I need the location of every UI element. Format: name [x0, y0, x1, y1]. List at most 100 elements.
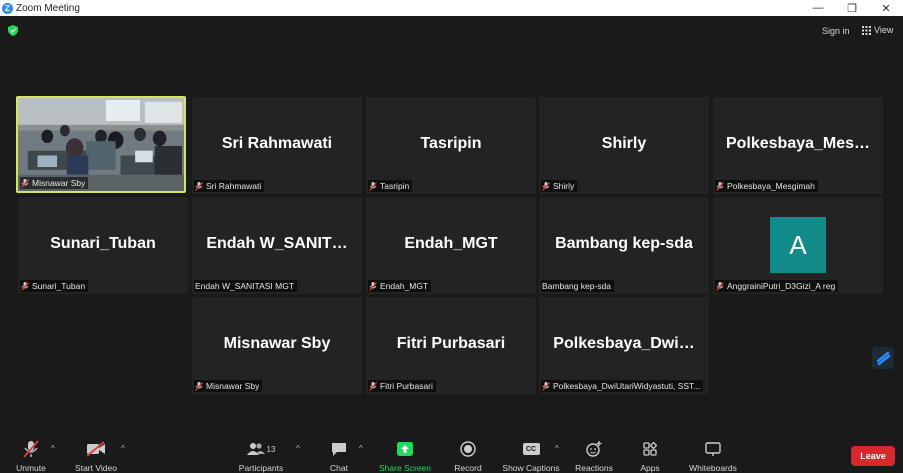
muted-microphone-icon — [23, 440, 39, 458]
apps-label: Apps — [640, 463, 660, 473]
participant-tile[interactable]: Polkesbaya_Mes… Polkesbaya_Mesgimah — [713, 97, 883, 194]
participant-name-label: Sri Rahmawati — [194, 180, 265, 192]
participant-name-label: Tasripin — [368, 180, 413, 192]
participant-display-name: Endah W_SANIT… — [206, 235, 348, 252]
participant-tile[interactable]: Sri Rahmawati Sri Rahmawati — [192, 97, 362, 194]
zoom-logo-icon: Z — [2, 2, 13, 14]
participant-name-label: Polkesbaya_Mesgimah — [715, 180, 818, 192]
participant-tile[interactable]: Bambang kep-sda Bambang kep-sda — [539, 197, 709, 294]
muted-mic-icon — [716, 281, 724, 291]
participant-name-label: Bambang kep-sda — [541, 280, 614, 292]
muted-mic-icon — [369, 281, 377, 291]
restore-button[interactable]: ❐ — [835, 0, 869, 16]
participant-name-label: Fitri Purbasari — [368, 380, 436, 392]
participant-tile[interactable]: A AnggrainiPutri_D3Gizi_A reg — [713, 197, 883, 294]
chat-icon — [332, 442, 346, 456]
participant-tile[interactable]: Fitri Purbasari Fitri Purbasari — [366, 297, 536, 394]
side-panel-handle-icon[interactable] — [872, 347, 894, 369]
minimize-button[interactable]: — — [801, 0, 835, 16]
participant-tile[interactable]: Endah W_SANIT… Endah W_SANITASI MGT — [192, 197, 362, 294]
view-label: View — [874, 25, 894, 35]
participant-avatar: A — [770, 217, 826, 273]
share-screen-button[interactable]: Share Screen — [379, 434, 431, 473]
participant-display-name: Misnawar Sby — [223, 335, 331, 352]
close-button[interactable]: ✕ — [869, 0, 903, 16]
chat-label: Chat — [330, 463, 348, 473]
muted-mic-icon — [195, 381, 203, 391]
window-controls: — ❐ ✕ — [801, 0, 903, 16]
muted-mic-icon — [369, 381, 377, 391]
participant-name-label: Misnawar Sby — [194, 380, 263, 392]
whiteboard-icon — [705, 441, 721, 456]
muted-mic-icon — [369, 181, 377, 191]
reactions-button[interactable]: Reactions — [573, 434, 615, 473]
record-icon — [460, 441, 476, 457]
start-video-label: Start Video — [75, 463, 117, 473]
chat-button[interactable]: Chat — [326, 434, 352, 473]
apps-button[interactable]: Apps — [638, 434, 662, 473]
captions-icon: CC — [522, 443, 540, 455]
muted-mic-icon — [21, 178, 29, 188]
participant-name-label: AnggrainiPutri_D3Gizi_A reg — [715, 280, 839, 292]
grid-view-icon — [862, 25, 871, 35]
reactions-label: Reactions — [575, 463, 613, 473]
window-titlebar: Z Zoom Meeting — ❐ ✕ — [0, 0, 903, 16]
participant-name-label: Endah W_SANITASI MGT — [194, 280, 298, 292]
muted-mic-icon — [716, 181, 724, 191]
participant-display-name: Polkesbaya_Mes… — [725, 135, 871, 152]
show-captions-label: Show Captions — [502, 463, 560, 473]
captions-caret-icon[interactable]: ^ — [555, 444, 559, 453]
record-label: Record — [454, 463, 482, 473]
record-button[interactable]: Record — [452, 434, 484, 473]
participant-display-name: Shirly — [601, 135, 647, 152]
muted-mic-icon — [195, 181, 203, 191]
apps-icon — [643, 442, 657, 456]
participants-count: 13 — [266, 444, 276, 454]
participant-tile[interactable]: Endah_MGT Endah_MGT — [366, 197, 536, 294]
participant-tile[interactable]: Tasripin Tasripin — [366, 97, 536, 194]
audio-options-caret-icon[interactable]: ^ — [51, 444, 55, 453]
participant-tile[interactable]: Shirly Shirly — [539, 97, 709, 194]
sign-in-link[interactable]: Sign in — [822, 26, 850, 36]
participant-display-name: Bambang kep-sda — [555, 235, 693, 252]
participants-button[interactable]: 13 Participants — [237, 434, 285, 473]
participant-display-name: Tasripin — [420, 135, 482, 152]
show-captions-button[interactable]: CC Show Captions — [501, 434, 561, 473]
muted-mic-icon — [542, 181, 550, 191]
participant-display-name: Polkesbaya_Dwi… — [553, 335, 695, 352]
share-screen-icon — [397, 442, 413, 456]
chat-caret-icon[interactable]: ^ — [359, 444, 363, 453]
leave-button[interactable]: Leave — [851, 446, 895, 466]
participant-name-label: Misnawar Sby — [20, 177, 89, 189]
meeting-toolbar: Unmute ^ Start Video ^ 13 Participants ^ — [0, 434, 903, 473]
share-screen-label: Share Screen — [379, 463, 431, 473]
participant-tile[interactable]: Sunari_Tuban Sunari_Tuban — [18, 197, 188, 294]
whiteboards-label: Whiteboards — [689, 463, 737, 473]
participant-tile[interactable]: Polkesbaya_Dwi… Polkesbaya_DwiUtariWidya… — [539, 297, 709, 394]
muted-mic-icon — [21, 281, 29, 291]
participant-display-name: Sri Rahmawati — [221, 135, 333, 152]
view-button[interactable]: View — [862, 25, 893, 35]
participant-tile[interactable]: Misnawar Sby Misnawar Sby — [192, 297, 362, 394]
participant-tile[interactable]: Misnawar Sby — [16, 96, 186, 193]
muted-mic-icon — [542, 381, 550, 391]
unmute-label: Unmute — [16, 463, 46, 473]
video-options-caret-icon[interactable]: ^ — [121, 444, 125, 453]
unmute-button[interactable]: Unmute — [12, 434, 50, 473]
participant-name-label: Polkesbaya_DwiUtariWidyastuti, SST... — [541, 380, 704, 392]
participants-label: Participants — [238, 463, 284, 473]
security-shield-icon[interactable] — [8, 25, 18, 36]
reactions-icon — [586, 441, 602, 457]
participant-name-label: Endah_MGT — [368, 280, 432, 292]
participant-display-name: Sunari_Tuban — [50, 235, 156, 252]
participant-display-name: Fitri Purbasari — [396, 335, 506, 352]
participants-caret-icon[interactable]: ^ — [296, 444, 300, 453]
video-off-icon — [86, 441, 105, 457]
participant-name-label: Sunari_Tuban — [20, 280, 89, 292]
participant-display-name: Endah_MGT — [404, 235, 498, 252]
participant-name-label: Shirly — [541, 180, 578, 192]
window-title: Zoom Meeting — [16, 2, 80, 14]
start-video-button[interactable]: Start Video — [73, 434, 119, 473]
participants-icon — [246, 443, 265, 455]
whiteboards-button[interactable]: Whiteboards — [687, 434, 739, 473]
